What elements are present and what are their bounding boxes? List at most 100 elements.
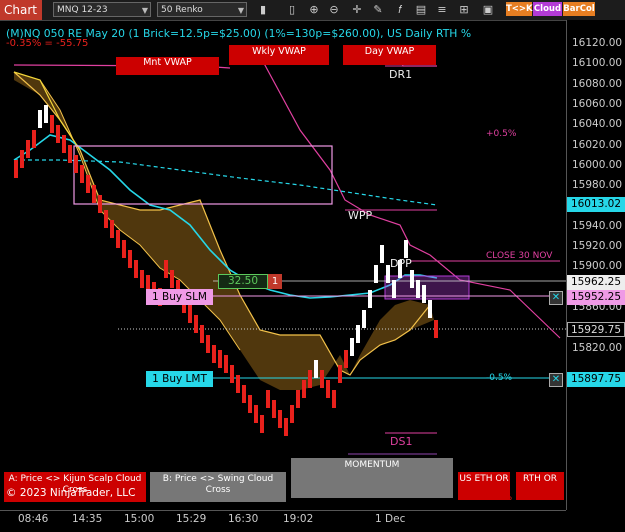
- dr1-label: DR1: [389, 68, 413, 81]
- renko-brick: [86, 175, 90, 193]
- zoom-out-icon[interactable]: ⊖: [326, 2, 342, 17]
- renko-brick: [410, 270, 414, 288]
- drawing-tool-icon[interactable]: ✎: [370, 2, 386, 17]
- properties-icon[interactable]: ≡: [434, 2, 450, 17]
- price-tick-label: 16080.00: [572, 77, 623, 90]
- time-label: 08:46: [18, 513, 49, 525]
- time-label: 15:29: [176, 513, 207, 525]
- order-quantity-count[interactable]: 1: [268, 274, 282, 289]
- bar-type-selector[interactable]: 50 Renko ▼: [157, 2, 247, 17]
- snapshot-icon[interactable]: ▣: [480, 2, 496, 17]
- renko-brick: [350, 338, 354, 356]
- chart-trader-icon[interactable]: ⊞: [456, 2, 472, 17]
- chart-header-line2: -0.35% = -55.75: [6, 38, 89, 49]
- strategies-icon[interactable]: ▤: [413, 2, 429, 17]
- vwap-price-box: 16013.02: [567, 197, 625, 212]
- ds1-label: DS1: [390, 435, 413, 448]
- order-quantity-value[interactable]: 32.50: [218, 274, 268, 289]
- price-tick-label: 15980.00: [572, 179, 623, 192]
- instrument-selector[interactable]: MNQ 12-23 ▼: [53, 2, 151, 17]
- renko-brick: [194, 315, 198, 333]
- renko-brick: [362, 310, 366, 328]
- indicators-icon[interactable]: 𝑓: [392, 2, 408, 17]
- cancel-lmt-close-icon[interactable]: ✕: [549, 373, 563, 387]
- minus-half-percent-label: -0.5%: [486, 373, 513, 383]
- renko-brick: [14, 160, 18, 178]
- buy-lmt-order-label[interactable]: 1 Buy LMT: [146, 371, 213, 387]
- price-tick-label: 16100.00: [572, 57, 623, 70]
- price-tick-label: 15900.00: [572, 260, 623, 273]
- us-eth-or-button[interactable]: US ETH OR: [458, 472, 510, 500]
- mnt-vwap-label[interactable]: Mnt VWAP: [116, 57, 219, 75]
- renko-brick: [38, 110, 42, 128]
- renko-brick: [206, 335, 210, 353]
- price-tick-label: 15940.00: [572, 219, 623, 232]
- window-title: Chart: [0, 0, 42, 20]
- barcol-badge[interactable]: BarCol: [563, 2, 595, 16]
- renko-brick: [68, 145, 72, 163]
- renko-brick: [212, 345, 216, 363]
- bar-type-label: 50 Renko: [161, 5, 203, 15]
- renko-brick: [98, 195, 102, 213]
- ichimoku-cloud: [14, 72, 434, 390]
- renko-brick: [392, 280, 396, 298]
- renko-brick: [308, 370, 312, 388]
- renko-brick: [266, 390, 270, 408]
- bars-back-icon[interactable]: ▮: [255, 2, 271, 17]
- time-label: 14:35: [72, 513, 103, 525]
- renko-brick: [368, 290, 372, 308]
- renko-brick: [26, 140, 30, 158]
- day-vwap-label[interactable]: Day VWAP: [343, 45, 436, 65]
- dotted-price-box: 15929.75: [567, 322, 625, 337]
- renko-brick: [344, 350, 348, 368]
- renko-brick: [254, 405, 258, 423]
- copyright-text: © 2023 NinjaTrader, LLC: [6, 487, 136, 499]
- cloud-badge[interactable]: Cloud: [533, 2, 562, 16]
- renko-brick: [242, 385, 246, 403]
- renko-brick: [74, 155, 78, 173]
- cloud-upper-line: [13, 71, 431, 376]
- renko-brick: [122, 240, 126, 258]
- renko-brick: [302, 380, 306, 398]
- price-tick-label: 15820.00: [572, 341, 623, 354]
- time-label: 16:30: [228, 513, 259, 525]
- cancel-slm-close-icon[interactable]: ✕: [549, 291, 563, 305]
- renko-brick: [314, 360, 318, 378]
- buy-slm-order-label[interactable]: 1 Buy SLM: [146, 289, 213, 305]
- instrument-label: MNQ 12-23: [57, 5, 108, 15]
- price-tick-label: 16000.00: [572, 158, 623, 171]
- swing-cloud-cross-button[interactable]: B: Price <> Swing Cloud Cross: [150, 472, 286, 502]
- renko-brick: [80, 165, 84, 183]
- renko-brick: [428, 300, 432, 318]
- rth-or-button[interactable]: RTH OR: [516, 472, 564, 500]
- renko-brick: [128, 250, 132, 268]
- renko-brick: [224, 355, 228, 373]
- renko-brick: [44, 105, 48, 123]
- renko-brick: [278, 410, 282, 428]
- renko-brick: [110, 220, 114, 238]
- zoom-in-icon[interactable]: ⊕: [306, 2, 322, 17]
- renko-brick: [236, 375, 240, 393]
- renko-brick: [290, 405, 294, 423]
- crosshair-icon[interactable]: ✛: [349, 2, 365, 17]
- bar-style-icon[interactable]: ▯: [284, 2, 300, 17]
- time-label: 19:02: [283, 513, 314, 525]
- renko-brick: [134, 260, 138, 278]
- renko-brick: [374, 265, 378, 283]
- renko-brick: [404, 240, 408, 258]
- renko-brick: [260, 415, 264, 433]
- renko-brick: [320, 370, 324, 388]
- wkly-vwap-label[interactable]: Wkly VWAP: [229, 45, 329, 65]
- renko-brick: [92, 185, 96, 203]
- tk-badge[interactable]: T<>K: [506, 2, 533, 16]
- renko-brick: [116, 230, 120, 248]
- renko-brick: [272, 400, 276, 418]
- momentum-button[interactable]: MOMENTUM: [291, 458, 453, 498]
- price-chart[interactable]: [0, 20, 566, 510]
- price-tick-label: 16040.00: [572, 118, 623, 131]
- chevron-down-icon: ▼: [237, 6, 244, 15]
- renko-brick: [416, 280, 420, 298]
- renko-brick: [284, 418, 288, 436]
- last-price-box: 15962.25: [567, 275, 625, 290]
- renko-brick: [62, 135, 66, 153]
